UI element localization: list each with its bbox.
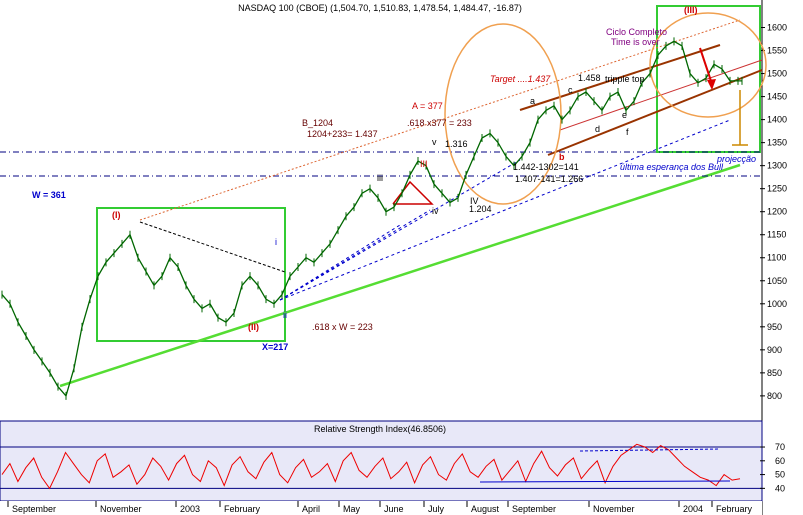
rsi-label: Relative Strength Index(46.8506)	[314, 424, 446, 434]
chart-stage: NASDAQ 100 (CBOE) (1,504.70, 1,510.83, 1…	[0, 0, 803, 515]
annotation-label: Ciclo Completo	[606, 27, 667, 37]
annotation-label: última esperança dos Bull	[620, 162, 724, 172]
annotation-label: a	[530, 96, 535, 106]
x-tick-label: June	[384, 504, 404, 514]
y-tick-label: 1400	[767, 115, 787, 125]
x-tick-label: November	[100, 504, 142, 514]
annotation-label: 1.442-1302=141	[513, 162, 579, 172]
y-tick-label: 1300	[767, 161, 787, 171]
annotation-label: IV	[470, 196, 479, 206]
rsi-tick-label: 40	[775, 483, 785, 493]
price-y-ticks: 800 850 900 950 1000 1050 1100 1150 1200 1250 1300…	[767, 23, 787, 401]
nasdaq-chart: NASDAQ 100 (CBOE) (1,504.70, 1,510.83, 1…	[0, 0, 787, 515]
annotation-label: i	[275, 237, 277, 247]
annotation-label: ii	[283, 310, 287, 320]
annotation-label: (II)	[248, 322, 259, 332]
annotation-label: projecção	[716, 154, 756, 164]
annotation-label: B_1204	[302, 118, 333, 128]
rsi-tick-label: 60	[775, 456, 785, 466]
y-tick-label: 1350	[767, 138, 787, 148]
annotation-label: (III)	[684, 5, 698, 15]
x-tick-label: November	[593, 504, 635, 514]
rsi-tick-label: 50	[775, 470, 785, 480]
annotation-label: Time is over	[611, 37, 660, 47]
annotation-label: A = 377	[412, 101, 443, 111]
y-tick-label: 1050	[767, 276, 787, 286]
annotation-label: b	[559, 152, 565, 162]
x-tick-label: February	[716, 504, 753, 514]
annotation-label: tripple top	[605, 74, 645, 84]
annotation-label: iv	[432, 206, 439, 216]
y-tick-label: 1100	[767, 253, 786, 263]
annotation-label: .618 x377 = 233	[407, 118, 472, 128]
annotation-label: W = 361	[32, 190, 66, 200]
chart-title: NASDAQ 100 (CBOE) (1,504.70, 1,510.83, 1…	[238, 3, 522, 13]
annotation-label: 1.316	[445, 139, 468, 149]
x-tick-label: February	[224, 504, 261, 514]
annotation-label: .618 x W = 223	[312, 322, 373, 332]
annotation-label: 1.458	[578, 73, 601, 83]
y-tick-label: 1200	[767, 207, 787, 217]
x-tick-label: 2004	[683, 504, 703, 514]
y-tick-label: 900	[767, 345, 782, 355]
x-tick-label: 2003	[180, 504, 200, 514]
y-tick-label: 1500	[767, 69, 787, 79]
x-tick-label: May	[343, 504, 361, 514]
y-tick-label: 1150	[767, 230, 786, 240]
x-tick-label: July	[428, 504, 445, 514]
y-tick-label: 800	[767, 391, 782, 401]
annotation-label: e	[622, 110, 627, 120]
y-tick-label: 1250	[767, 184, 787, 194]
x-tick-label: September	[12, 504, 56, 514]
y-tick-label: 850	[767, 368, 782, 378]
annotation-label: Target ....1.437	[490, 74, 551, 84]
y-tick-label: 1600	[767, 23, 787, 33]
annotation-label: X=217	[262, 342, 288, 352]
annotation-label: d	[595, 124, 600, 134]
y-tick-label: 1550	[767, 46, 787, 56]
y-tick-label: 950	[767, 322, 782, 332]
annotation-label: 1204+233= 1.437	[307, 129, 378, 139]
annotation-label: (I)	[112, 210, 121, 220]
annotation-label: c	[568, 85, 573, 95]
x-tick-label: April	[302, 504, 320, 514]
rsi-y-ticks: 40 50 60 70	[775, 442, 785, 493]
y-tick-label: 1450	[767, 92, 787, 102]
x-tick-label: August	[471, 504, 500, 514]
rsi-tick-label: 70	[775, 442, 785, 452]
annotation-label: iii	[377, 173, 383, 183]
x-tick-label: September	[512, 504, 556, 514]
annotation-label: 1.407-141=1.266	[515, 174, 583, 184]
annotation-label: v	[432, 137, 437, 147]
y-tick-label: 1000	[767, 299, 787, 309]
annotation-label: III	[420, 159, 428, 169]
